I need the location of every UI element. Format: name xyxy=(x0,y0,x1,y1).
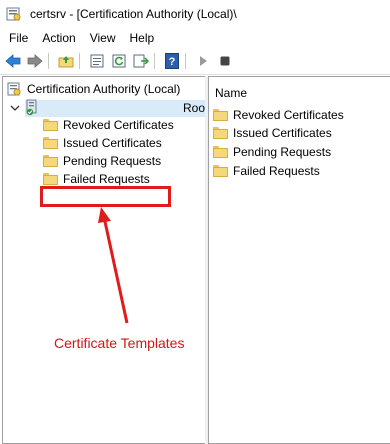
folder-icon xyxy=(43,137,58,149)
window-title: certsrv - [Certification Authority (Loca… xyxy=(30,7,237,21)
expand-chevron-icon[interactable] xyxy=(6,99,24,117)
list-item-failed-requests[interactable]: Failed Requests xyxy=(213,162,320,180)
menu-view[interactable]: View xyxy=(83,31,123,45)
toolbar-separator xyxy=(48,53,49,69)
folder-icon xyxy=(213,109,228,121)
tree-item-label: Issued Certificates xyxy=(63,136,162,150)
back-icon[interactable] xyxy=(4,52,22,70)
list-item-label: Pending Requests xyxy=(233,145,332,159)
list-item-label: Revoked Certificates xyxy=(233,108,344,122)
list-item-revoked-certificates[interactable]: Revoked Certificates xyxy=(213,106,344,124)
toolbar: ? xyxy=(0,48,390,75)
selected-ca-row-highlight xyxy=(25,100,205,117)
toolbar-separator xyxy=(154,53,155,69)
folder-icon xyxy=(43,155,58,167)
menu-action[interactable]: Action xyxy=(35,31,82,45)
results-pane: Name Revoked Certificates Issued Certifi… xyxy=(208,76,390,444)
list-item-pending-requests[interactable]: Pending Requests xyxy=(213,143,331,161)
forward-icon[interactable] xyxy=(26,52,44,70)
toolbar-separator xyxy=(185,53,186,69)
menu-file[interactable]: File xyxy=(0,31,35,45)
properties-icon[interactable] xyxy=(88,52,106,70)
tree-item-label: Pending Requests xyxy=(63,154,162,168)
tree-item-revoked-certificates[interactable]: Revoked Certificates xyxy=(43,116,174,134)
missing-node-highlight-box xyxy=(40,186,171,207)
svg-text:?: ? xyxy=(169,56,176,68)
folder-icon xyxy=(213,165,228,177)
annotation-callout-text: Certificate Templates xyxy=(54,335,185,351)
folder-icon xyxy=(213,146,228,158)
ca-server-icon[interactable] xyxy=(24,99,40,117)
folder-icon xyxy=(43,119,58,131)
refresh-icon[interactable] xyxy=(110,52,128,70)
tree-root-label: Certification Authority (Local) xyxy=(27,82,181,96)
start-service-icon[interactable] xyxy=(194,52,212,70)
list-item-label: Issued Certificates xyxy=(233,126,332,140)
menu-help[interactable]: Help xyxy=(123,31,162,45)
tree-item-label: Failed Requests xyxy=(63,172,150,186)
export-list-icon[interactable] xyxy=(132,52,150,70)
tree-node-certification-authority[interactable]: Certification Authority (Local) xyxy=(6,80,180,98)
help-icon[interactable]: ? xyxy=(163,52,181,70)
annotation-arrow xyxy=(98,207,129,324)
title-bar: certsrv - [Certification Authority (Loca… xyxy=(0,0,390,28)
menu-bar: File Action View Help xyxy=(0,28,390,48)
toolbar-separator xyxy=(79,53,80,69)
tree-item-pending-requests[interactable]: Pending Requests xyxy=(43,152,161,170)
stop-service-icon[interactable] xyxy=(216,52,234,70)
folder-icon xyxy=(43,173,58,185)
list-item-label: Failed Requests xyxy=(233,164,320,178)
certification-authority-icon xyxy=(7,82,21,96)
list-item-issued-certificates[interactable]: Issued Certificates xyxy=(213,124,332,142)
up-folder-icon[interactable] xyxy=(57,52,75,70)
tree-item-label: Revoked Certificates xyxy=(63,118,174,132)
tree-item-issued-certificates[interactable]: Issued Certificates xyxy=(43,134,162,152)
column-header-name[interactable]: Name xyxy=(215,86,247,100)
folder-icon xyxy=(213,127,228,139)
certsrv-app-icon xyxy=(6,7,21,21)
ca-name-label: Roo xyxy=(183,101,206,115)
